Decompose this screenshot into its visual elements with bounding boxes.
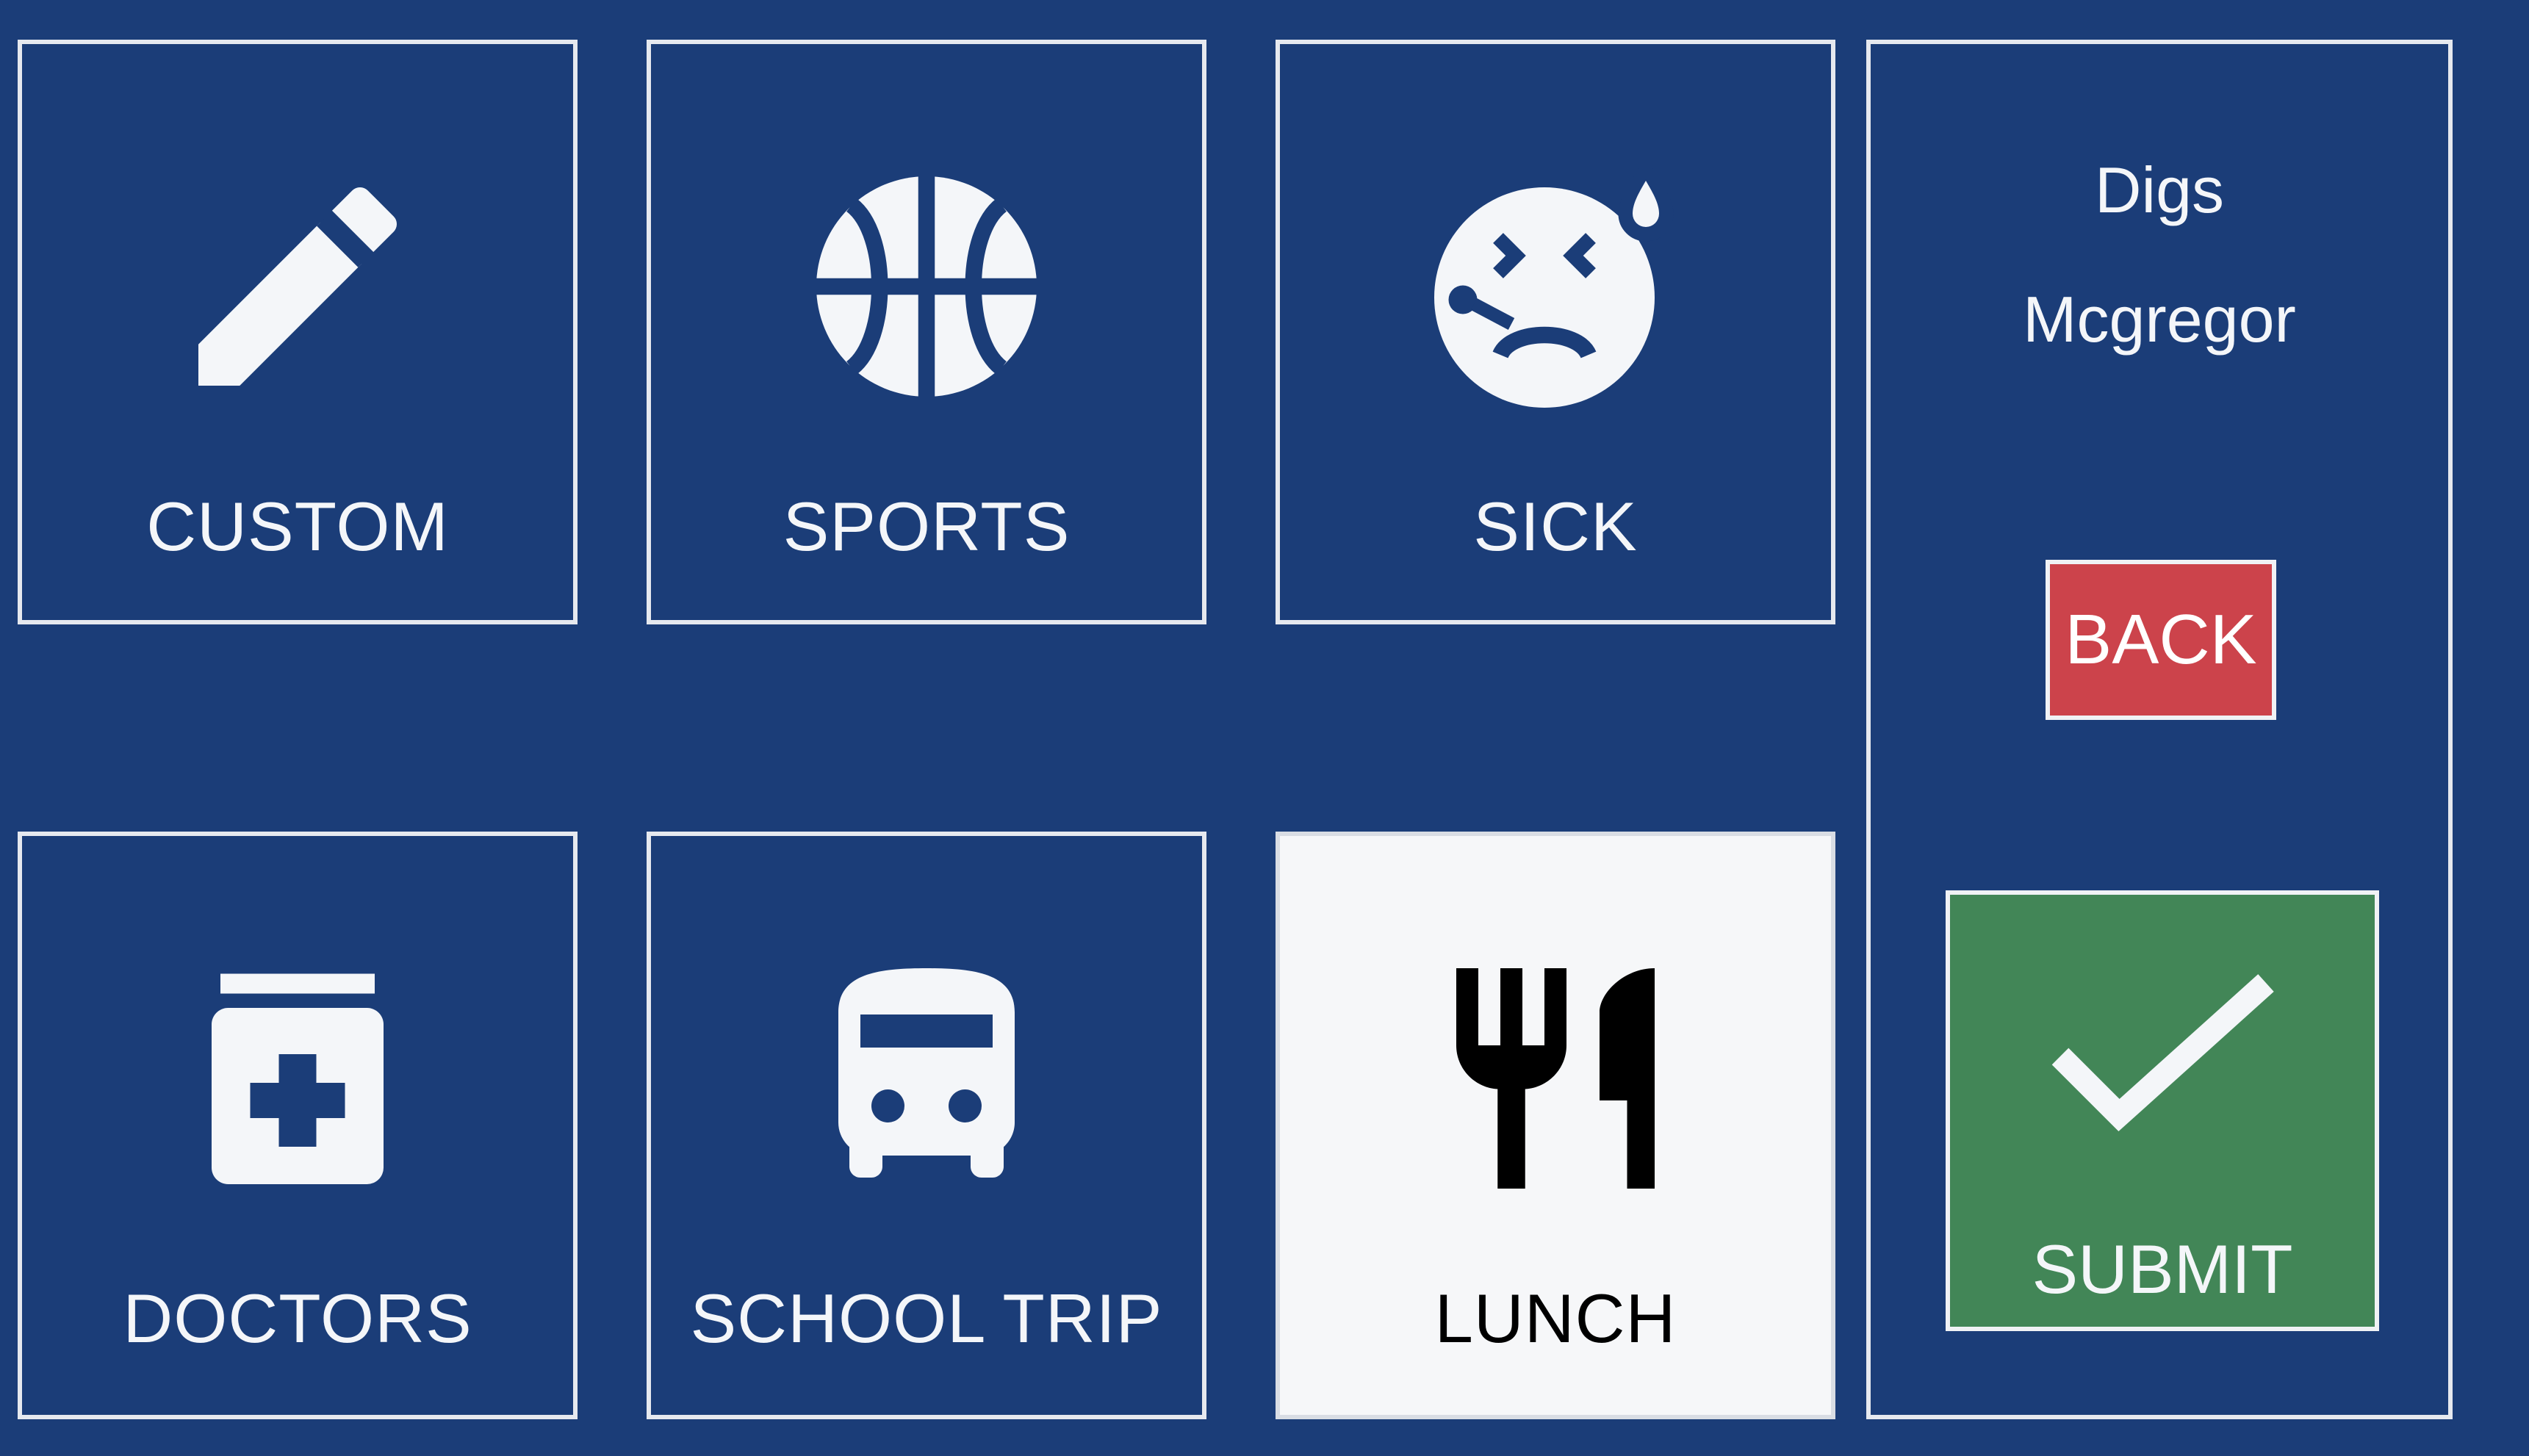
basketball-icon [810,170,1043,403]
pencil-icon [198,187,397,386]
back-button[interactable]: BACK [2046,560,2276,720]
reason-label-lunch: LUNCH [1434,1280,1677,1357]
student-first-name: Digs [2094,154,2225,226]
reason-label-doctors: DOCTORS [123,1280,472,1357]
medicine-jar-icon [212,973,384,1184]
fork-knife-icon [1456,968,1655,1189]
reason-label-school-trip: SCHOOL TRIP [690,1280,1163,1357]
sick-face-icon [1434,157,1674,408]
reason-tile-school-trip[interactable]: SCHOOL TRIP [647,832,1206,1419]
reason-label-custom: CUSTOM [146,488,449,565]
reason-label-sick: SICK [1473,488,1638,565]
checkmark-icon [2051,974,2274,1132]
reason-tile-custom[interactable]: CUSTOM [18,40,578,624]
reason-tile-sick[interactable]: SICK [1276,40,1835,624]
reason-tile-lunch[interactable]: LUNCH [1276,832,1835,1419]
submit-button[interactable]: SUBMIT [1946,890,2379,1331]
bus-icon [838,968,1015,1178]
submit-label: SUBMIT [2032,1230,2293,1308]
student-panel: Digs Mcgregor BACK SUBMIT [1866,40,2453,1419]
pass-reason-screen: CUSTOM SPORTS SICK DOCTORS SCHOOL TRIP L… [0,0,2529,1456]
reason-tile-sports[interactable]: SPORTS [647,40,1206,624]
student-last-name: Mcgregor [2023,283,2296,356]
reason-tile-doctors[interactable]: DOCTORS [18,832,578,1419]
reason-label-sports: SPORTS [783,488,1071,565]
